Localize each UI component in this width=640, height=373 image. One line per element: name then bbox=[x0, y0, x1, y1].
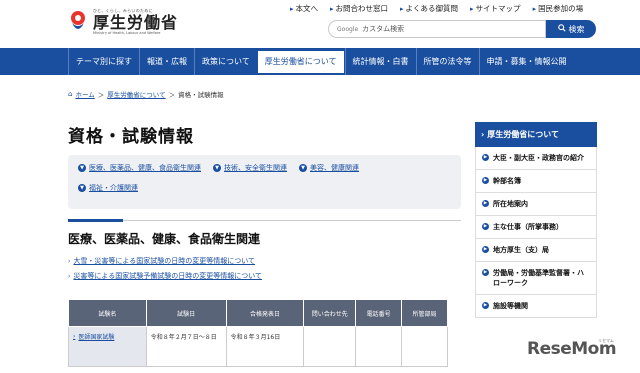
nav-laws[interactable]: 所管の法令等 bbox=[415, 48, 479, 75]
site-logo[interactable]: ひと、くらし、みらいのために 厚生労働省 Ministry of Health,… bbox=[67, 8, 178, 35]
breadcrumb-current: 資格・試験情報 bbox=[178, 91, 224, 99]
column-header: 試験名 bbox=[68, 299, 147, 327]
utility-link-contact[interactable]: ▸ お問合わせ窓口 bbox=[330, 3, 388, 14]
chevron-right-icon: › bbox=[73, 333, 76, 340]
table-cell-exam-date: 令和８年２月７日～８日 bbox=[145, 326, 227, 367]
column-header: 試験日 bbox=[145, 299, 227, 327]
section-divider bbox=[68, 220, 461, 221]
chevron-right-icon: ▸ bbox=[330, 4, 334, 13]
index-links-box: ▼ 医療、医薬品、健康、食品衛生関連 ▼ 技術、安全衛生関連 ▼ 美容、健康関連 ▼ 福… bbox=[68, 155, 461, 209]
utility-link-faq[interactable]: ▸ よくある御質問 bbox=[400, 3, 458, 14]
section-title: 医療、医薬品、健康、食品衛生関連 bbox=[68, 232, 261, 246]
chevron-right-icon: › bbox=[68, 257, 71, 265]
search-placeholder: カスタム検索 bbox=[362, 25, 405, 33]
chevron-right-icon: ▸ bbox=[290, 4, 294, 13]
search-bar: Google カスタム検索 検索 bbox=[328, 20, 596, 38]
home-icon: ⌂ bbox=[68, 90, 73, 98]
watermark-sub: リセマム bbox=[598, 338, 614, 343]
table-cell-dept bbox=[401, 326, 448, 367]
sidebar-item-location[interactable]: ▶ 所在地案内 bbox=[476, 193, 596, 216]
search-icon bbox=[557, 24, 566, 34]
breadcrumb-home[interactable]: ホーム bbox=[75, 89, 94, 99]
utility-link-sitemap[interactable]: ▸ サイトマップ bbox=[470, 3, 521, 14]
notice-list: › 大雪・災害等による国家試験の日時の変更等情報について › 災害等による国家試験予… bbox=[68, 256, 262, 286]
column-header: 問い合わせ先 bbox=[303, 299, 357, 327]
column-header: 所管部局 bbox=[401, 299, 448, 327]
nav-policy[interactable]: 政策について bbox=[194, 48, 257, 75]
table-row: › 医師国家試験 令和８年２月７日～８日 令和８年３月16日 bbox=[68, 326, 448, 367]
chevron-right-icon: ▶ bbox=[482, 269, 489, 276]
chevron-right-icon: ▶ bbox=[482, 154, 489, 161]
sidebar-item-ministers[interactable]: ▶ 大臣・副大臣・政務官の紹介 bbox=[476, 147, 596, 170]
logo-name: 厚生労働省 bbox=[93, 13, 179, 32]
search-brand: Google bbox=[337, 25, 359, 33]
search-input[interactable]: Google カスタム検索 bbox=[328, 20, 546, 38]
chevron-right-icon: ▶ bbox=[482, 223, 489, 230]
nav-press[interactable]: 報道・広報 bbox=[139, 48, 194, 75]
chevron-right-icon: › bbox=[481, 130, 485, 139]
utility-link-participation[interactable]: ▸ 国民参加の場 bbox=[533, 3, 584, 14]
index-link-technical[interactable]: ▼ 技術、安全衛生関連 bbox=[213, 163, 287, 173]
chevron-right-icon: ▸ bbox=[400, 4, 404, 13]
nav-applications[interactable]: 申請・募集・情報公開 bbox=[478, 48, 574, 75]
column-header: 電話番号 bbox=[355, 299, 403, 327]
nav-about[interactable]: 厚生労働省について bbox=[256, 49, 345, 74]
breadcrumb-separator: ＞ bbox=[168, 91, 176, 99]
chevron-down-icon: ▼ bbox=[78, 164, 86, 172]
index-link-medical[interactable]: ▼ 医療、医薬品、健康、食品衛生関連 bbox=[78, 163, 201, 173]
chevron-down-icon: ▼ bbox=[78, 184, 86, 192]
chevron-down-icon: ▼ bbox=[299, 164, 307, 172]
chevron-right-icon: › bbox=[68, 272, 71, 280]
nav-theme[interactable]: テーマ別に探す bbox=[68, 48, 139, 75]
search-button-label: 検索 bbox=[568, 24, 585, 34]
mhlw-logo-icon bbox=[67, 9, 89, 35]
breadcrumb-separator: ＞ bbox=[97, 91, 105, 99]
table-cell-contact bbox=[303, 326, 357, 367]
section-divider-accent bbox=[68, 219, 123, 222]
site-header: ひと、くらし、みらいのために 厚生労働省 Ministry of Health,… bbox=[0, 0, 640, 48]
page-title: 資格・試験情報 bbox=[68, 127, 194, 147]
sidebar-item-labour-bureau[interactable]: ▶ 労働局・労働基準監督署・ハローワーク bbox=[476, 262, 596, 295]
notice-link[interactable]: › 大雪・災害等による国家試験の日時の変更等情報について bbox=[68, 256, 262, 266]
sidebar-item-duties[interactable]: ▶ 主な仕事（所掌事務） bbox=[476, 216, 596, 239]
sidebar: › 厚生労働省について ▶ 大臣・副大臣・政務官の紹介 ▶ 幹部名簿 ▶ 所在地案内 ▶… bbox=[475, 122, 597, 318]
table-header-row: 試験名 試験日 合格発表日 問い合わせ先 電話番号 所管部局 bbox=[68, 299, 448, 327]
exam-table: 試験名 試験日 合格発表日 問い合わせ先 電話番号 所管部局 › 医師国家試験 令… bbox=[68, 299, 448, 367]
chevron-right-icon: ▶ bbox=[482, 302, 489, 309]
chevron-right-icon: ▶ bbox=[482, 200, 489, 207]
notice-link[interactable]: › 災害等による国家試験予備試験の日時の変更等情報について bbox=[68, 271, 262, 281]
table-cell-result-date: 令和８年３月16日 bbox=[225, 326, 305, 367]
sidebar-item-executives[interactable]: ▶ 幹部名簿 bbox=[476, 170, 596, 193]
chevron-right-icon: ▸ bbox=[470, 4, 474, 13]
utility-link-main[interactable]: ▸ 本文へ bbox=[290, 3, 318, 14]
sidebar-item-regional[interactable]: ▶ 地方厚生（支）局 bbox=[476, 239, 596, 262]
breadcrumb: ⌂ ホーム ＞ 厚生労働省について ＞ 資格・試験情報 bbox=[68, 89, 224, 99]
breadcrumb-about[interactable]: 厚生労働省について bbox=[107, 89, 165, 99]
index-link-welfare[interactable]: ▼ 福祉・介護関連 bbox=[78, 183, 138, 193]
index-link-beauty[interactable]: ▼ 美容、健康関連 bbox=[299, 163, 359, 173]
global-nav: テーマ別に探す 報道・広報 政策について 厚生労働省について 統計情報・白書 所… bbox=[0, 48, 640, 75]
table-cell-name: › 医師国家試験 bbox=[68, 326, 147, 367]
chevron-down-icon: ▼ bbox=[213, 164, 221, 172]
exam-name-link[interactable]: › 医師国家試験 bbox=[73, 332, 142, 341]
sidebar-item-facilities[interactable]: ▶ 施設等機関 bbox=[476, 295, 596, 318]
search-button[interactable]: 検索 bbox=[546, 20, 596, 38]
table-cell-phone bbox=[355, 326, 403, 367]
chevron-right-icon: ▶ bbox=[482, 177, 489, 184]
nav-statistics[interactable]: 統計情報・白書 bbox=[344, 48, 416, 75]
utility-links: ▸ 本文へ ▸ お問合わせ窓口 ▸ よくある御質問 ▸ サイトマップ ▸ 国民参加の場 bbox=[290, 3, 583, 14]
sidebar-heading[interactable]: › 厚生労働省について bbox=[475, 122, 597, 147]
column-header: 合格発表日 bbox=[225, 299, 305, 327]
chevron-right-icon: ▸ bbox=[532, 4, 537, 13]
chevron-right-icon: ▶ bbox=[482, 246, 489, 253]
